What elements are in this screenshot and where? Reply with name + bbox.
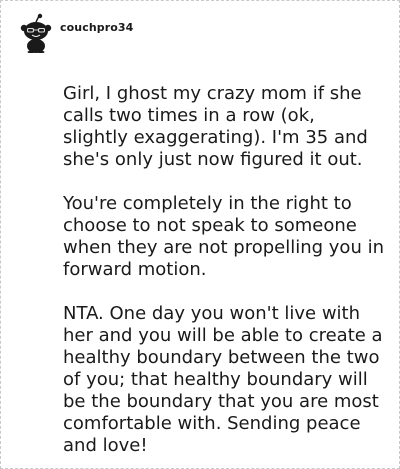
username[interactable]: couchpro34 [60, 21, 133, 34]
comment-body: Girl, I ghost my crazy mom if she calls … [63, 83, 385, 457]
comment-header: couchpro34 [18, 13, 133, 53]
comment-card: couchpro34 Girl, I ghost my crazy mom if… [0, 0, 400, 469]
comment-paragraph: You're completely in the right to choose… [63, 193, 384, 280]
comment-paragraph: Girl, I ghost my crazy mom if she calls … [63, 83, 368, 170]
snoo-avatar-icon[interactable] [18, 13, 54, 53]
comment-paragraph: NTA. One day you won't live with her and… [63, 303, 383, 456]
